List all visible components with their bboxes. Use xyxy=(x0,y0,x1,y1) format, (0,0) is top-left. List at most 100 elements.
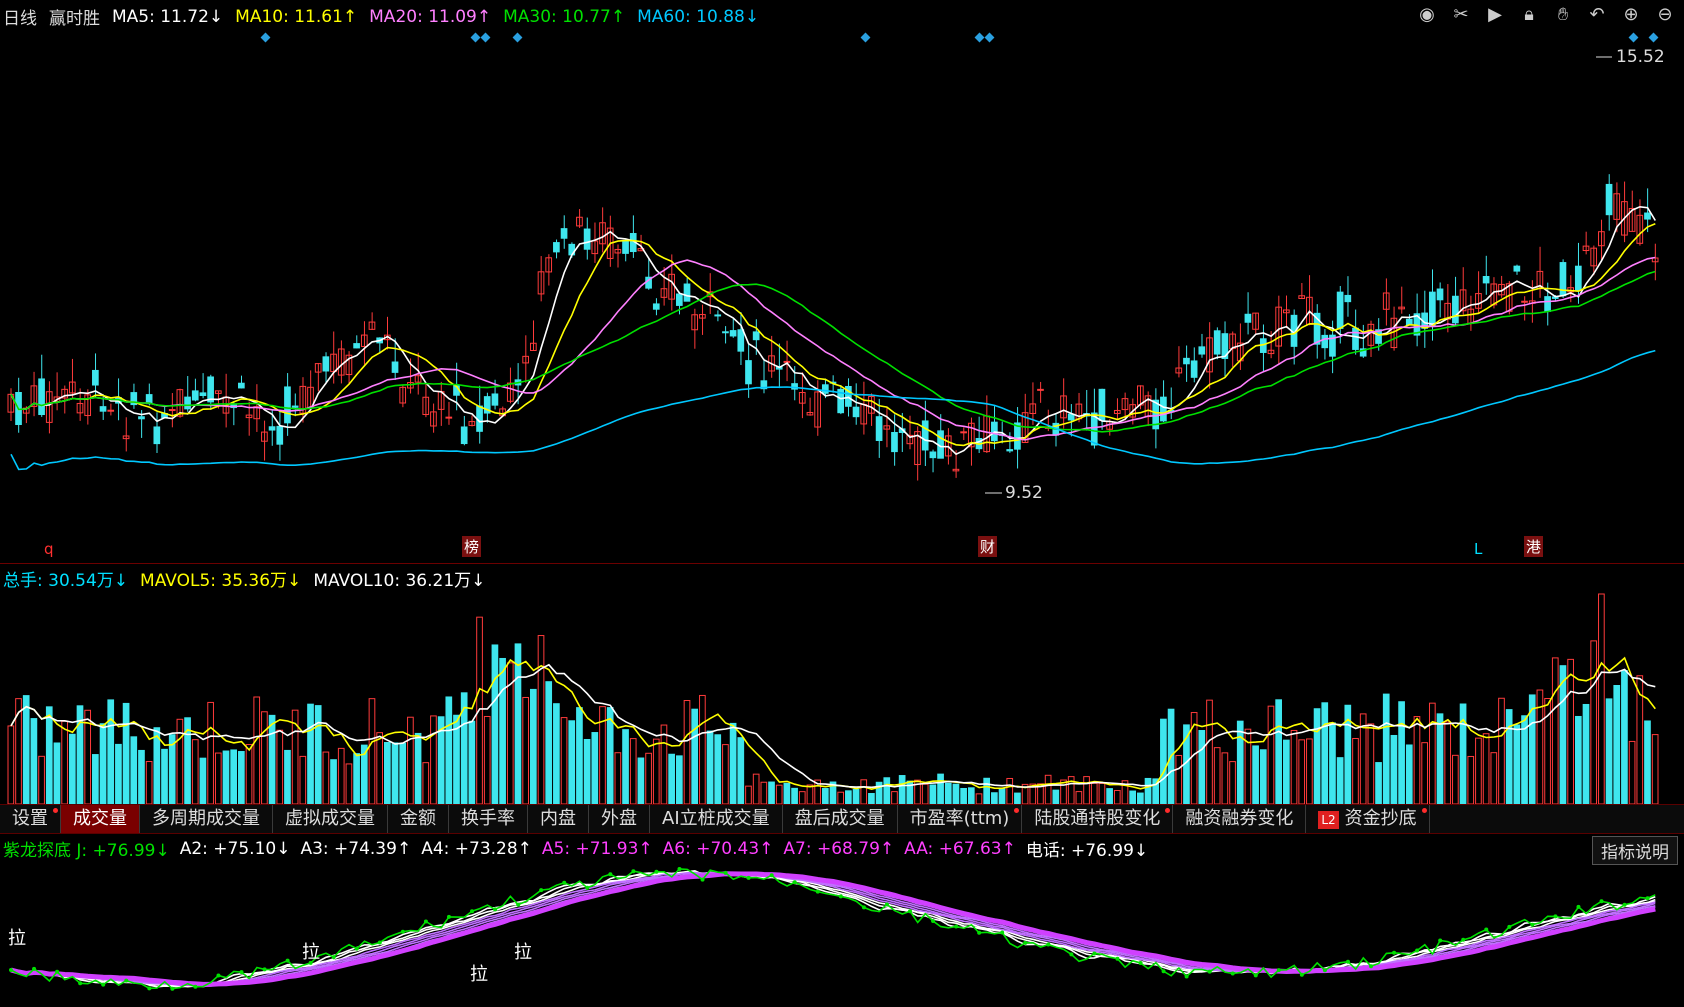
volume-bar xyxy=(1498,697,1505,804)
volume-bar xyxy=(1252,745,1259,804)
tab-label: 虚拟成交量 xyxy=(285,808,375,829)
j-dot xyxy=(700,877,705,882)
tab-11[interactable]: 陆股通持股变化 xyxy=(1022,805,1174,833)
volume-bar xyxy=(1144,777,1152,804)
tab-label: 市盈率(ttm) xyxy=(909,808,1010,829)
event-marker-q[interactable]: q xyxy=(44,540,54,558)
volume-bar xyxy=(107,699,115,804)
tab-dot-indicator xyxy=(1421,808,1427,813)
tab-12[interactable]: 融资融券变化 xyxy=(1173,805,1307,833)
j-dot xyxy=(654,869,659,874)
j-dot xyxy=(954,924,959,929)
candle-body xyxy=(107,409,115,412)
volume-bar xyxy=(729,722,737,804)
j-dot xyxy=(1645,896,1650,901)
volume-bar xyxy=(768,781,775,804)
tab-3[interactable]: 虚拟成交量 xyxy=(273,805,388,833)
tab-7[interactable]: 外盘 xyxy=(589,805,650,833)
volume-bar xyxy=(284,749,291,804)
volume-pane[interactable]: 总手: 30.54万↓ MAVOL5: 35.36万↓ MAVOL10: 36.… xyxy=(0,564,1684,804)
price-pane[interactable]: 日线 赢时胜 MA5: 11.72↓ MA10: 11.61↑ MA20: 11… xyxy=(0,0,1684,563)
volume-bar xyxy=(261,711,268,804)
candle-body xyxy=(891,431,898,453)
volume-bar xyxy=(1275,699,1282,804)
tab-5[interactable]: 换手率 xyxy=(449,805,528,833)
pull-label-4: 拉 xyxy=(514,942,532,963)
tab-dot-indicator xyxy=(53,808,58,813)
high-price-label: 15.52 xyxy=(1616,47,1665,67)
volume-bar xyxy=(898,775,906,804)
volume-bar xyxy=(84,709,92,804)
event-marker-list[interactable]: 榜 xyxy=(462,536,482,557)
volume-chart[interactable] xyxy=(0,564,1684,804)
tab-6[interactable]: 内盘 xyxy=(528,805,589,833)
candle-body xyxy=(191,390,199,401)
tab-10[interactable]: 市盈率(ttm) xyxy=(898,805,1023,833)
j-dot xyxy=(1622,902,1627,907)
candle-body xyxy=(1190,360,1198,378)
volume-bar xyxy=(276,729,284,804)
volume-bar xyxy=(1329,722,1336,804)
j-dot xyxy=(907,909,912,914)
volume-bar xyxy=(322,751,330,804)
volume-bar xyxy=(806,784,814,804)
j-dot xyxy=(1092,951,1097,956)
j-dot xyxy=(32,966,37,971)
j-dot xyxy=(354,946,359,951)
volume-bar xyxy=(1075,791,1083,804)
signal-diamond-icon xyxy=(860,32,871,43)
j-dot xyxy=(147,986,152,991)
tab-2[interactable]: 多周期成交量 xyxy=(140,805,273,833)
event-marker-l[interactable]: L xyxy=(1474,540,1482,558)
volume-bar xyxy=(299,755,307,804)
j-dot xyxy=(124,978,129,983)
volume-bar xyxy=(1651,734,1659,804)
volume-bar xyxy=(30,718,38,804)
volume-bar xyxy=(353,753,360,804)
indicator-explain-button[interactable]: 指标说明 xyxy=(1592,836,1678,865)
candle-body xyxy=(737,329,745,352)
volume-bar xyxy=(645,752,652,804)
signal-diamond-icon xyxy=(260,32,271,43)
volume-bar xyxy=(407,716,414,804)
tab-1[interactable]: 成交量 xyxy=(61,805,140,833)
volume-bar xyxy=(1236,720,1244,804)
volume-bar xyxy=(384,742,391,804)
j-dot xyxy=(285,958,290,963)
candle-body xyxy=(168,409,176,412)
tab-9[interactable]: 盘后成交量 xyxy=(783,805,898,833)
volume-bar xyxy=(430,715,437,804)
indicator-pane[interactable]: 紫龙探底 J: +76.99↓ A2: +75.10↓ A3: +74.39↑ … xyxy=(0,834,1684,1007)
candle-body xyxy=(138,416,145,420)
j-dot xyxy=(1553,914,1558,919)
volume-bar xyxy=(1052,789,1060,804)
volume-bar xyxy=(191,739,199,804)
volume-bar xyxy=(1290,729,1298,804)
tab-label: 融资融券变化 xyxy=(1185,808,1294,829)
tab-13[interactable]: L2 资金抄底 xyxy=(1306,805,1430,833)
tab-4[interactable]: 金额 xyxy=(388,805,449,833)
volume-bar xyxy=(1567,658,1574,804)
volume-bar xyxy=(307,703,314,804)
volume-bar xyxy=(491,644,499,804)
candle-body xyxy=(1336,291,1344,329)
indicator-tab-bar: 设置 成交量 多周期成交量 虚拟成交量 金额 换手率 内盘 外盘 AI立桩成交量 盘后成交量 市盈率… xyxy=(0,804,1684,834)
j-dot xyxy=(446,914,451,919)
volume-bar xyxy=(1467,755,1475,804)
volume-bar xyxy=(1375,762,1382,804)
candle-body xyxy=(1482,276,1490,284)
event-marker-finance[interactable]: 财 xyxy=(978,536,998,557)
candle-body xyxy=(683,283,691,302)
volume-bar xyxy=(783,782,791,804)
price-chart[interactable] xyxy=(0,0,1684,563)
event-marker-hk[interactable]: 港 xyxy=(1524,536,1544,557)
candle-body xyxy=(714,314,722,317)
indicator-chart[interactable] xyxy=(0,834,1684,1007)
volume-bar xyxy=(798,791,806,804)
ma60-line xyxy=(10,349,1656,471)
candle-body xyxy=(1452,295,1459,324)
j-dot xyxy=(1415,948,1420,953)
tab-0[interactable]: 设置 xyxy=(0,805,61,833)
tab-8[interactable]: AI立桩成交量 xyxy=(650,805,783,833)
tab-label: 多周期成交量 xyxy=(152,808,260,829)
